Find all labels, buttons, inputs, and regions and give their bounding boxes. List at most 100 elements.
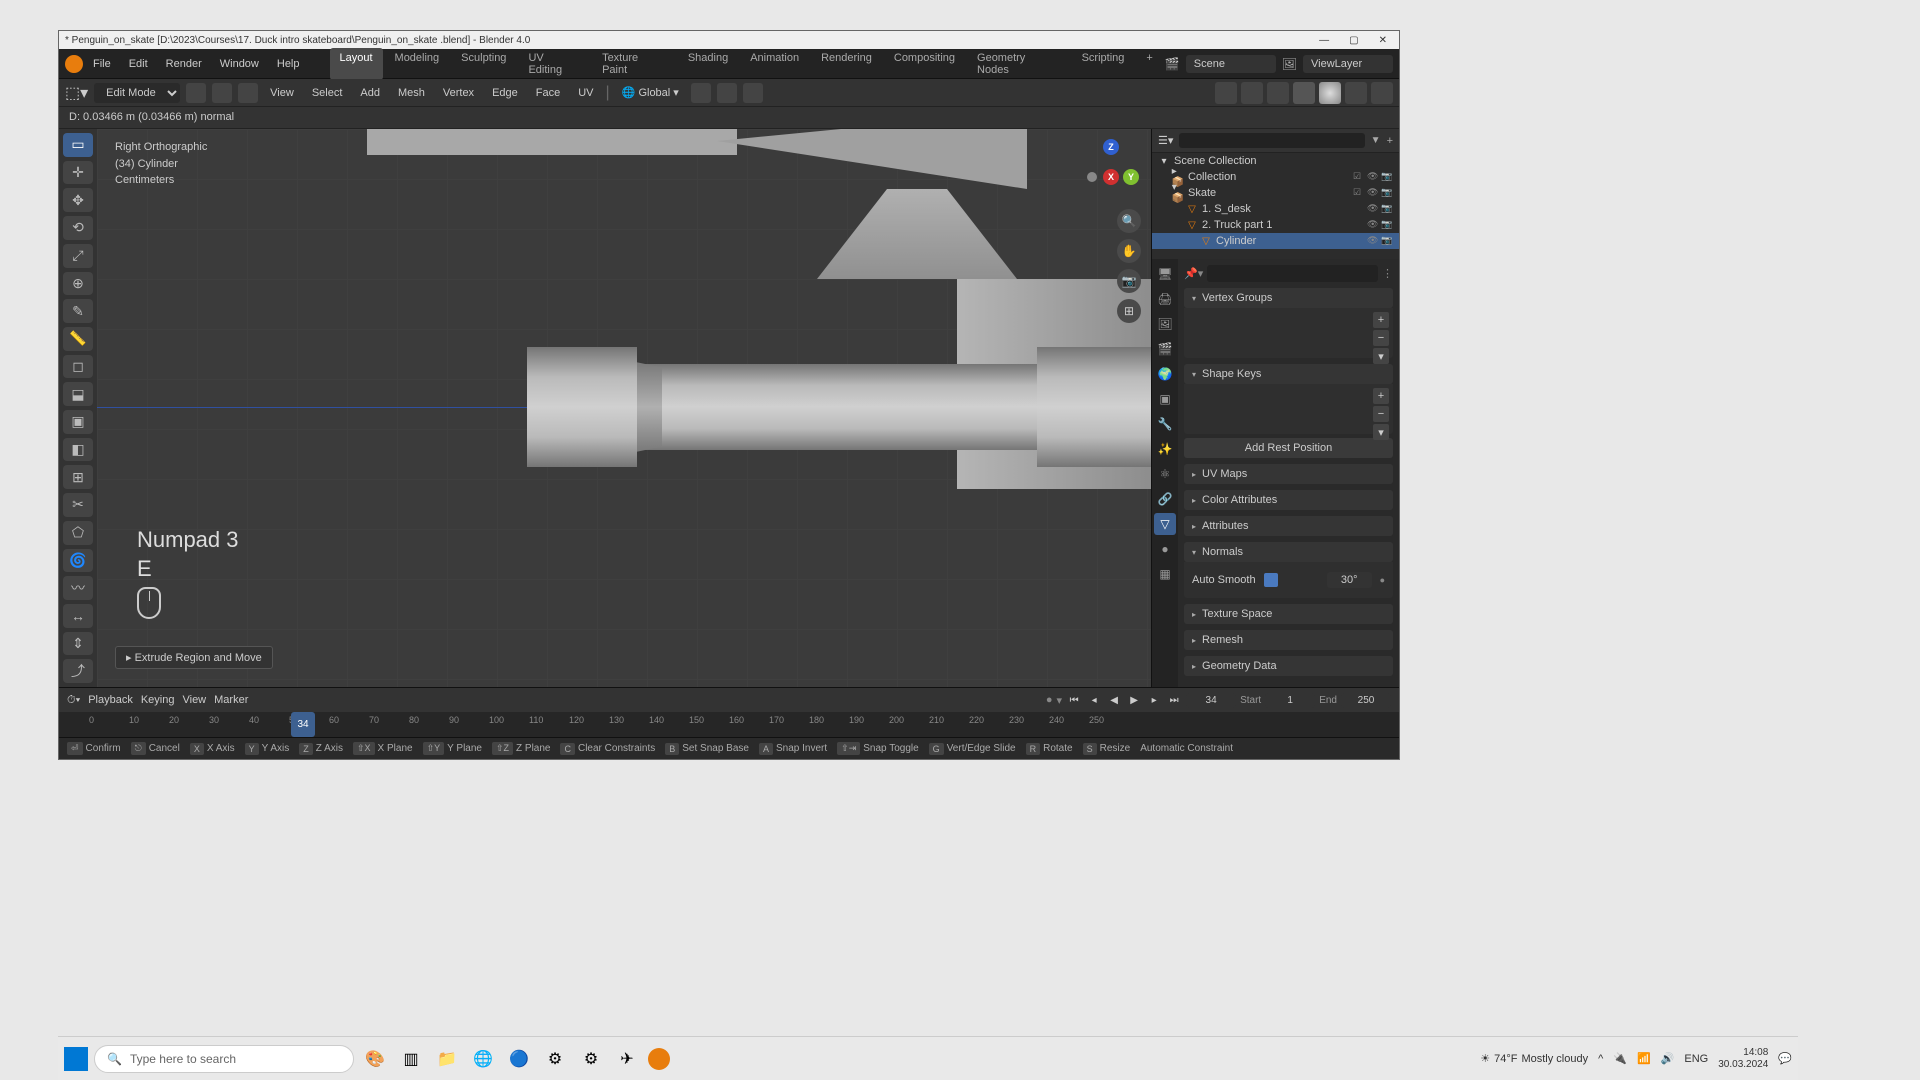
keyframe-prev-button[interactable]: ◂ (1086, 692, 1102, 708)
render-icon[interactable]: 📷 (1381, 203, 1393, 215)
pin-icon[interactable]: 📌▾ (1184, 267, 1203, 280)
taskbar-clock[interactable]: 14:08 30.03.2024 (1718, 1047, 1768, 1071)
tray-power-icon[interactable]: 🔌 (1613, 1052, 1627, 1065)
menu-window[interactable]: Window (212, 54, 267, 74)
tab-uv-editing[interactable]: UV Editing (518, 48, 590, 80)
material-properties-tab[interactable]: ● (1154, 538, 1176, 560)
maximize-button[interactable]: ▢ (1343, 35, 1364, 46)
transform-tool[interactable]: ⊕ (63, 272, 93, 296)
scale-tool[interactable]: ⤢ (63, 244, 93, 268)
taskbar-search[interactable]: 🔍 Type here to search (94, 1045, 354, 1073)
physics-properties-tab[interactable]: ⚛ (1154, 463, 1176, 485)
gizmo-y-axis[interactable]: Y (1123, 169, 1139, 185)
poly-build-tool[interactable]: ⬠ (63, 521, 93, 545)
chrome-browser-icon[interactable]: 🔵 (504, 1044, 534, 1074)
add-shape-key-button[interactable]: + (1373, 388, 1389, 404)
modifier-properties-tab[interactable]: 🔧 (1154, 413, 1176, 435)
tab-texture-paint[interactable]: Texture Paint (592, 48, 676, 80)
tray-volume-icon[interactable]: 🔊 (1661, 1052, 1675, 1065)
inset-faces-tool[interactable]: ▣ (63, 410, 93, 434)
keyframe-next-button[interactable]: ▸ (1146, 692, 1162, 708)
start-button[interactable] (64, 1047, 88, 1071)
remove-vertex-group-button[interactable]: − (1373, 330, 1389, 346)
remove-shape-key-button[interactable]: − (1373, 406, 1389, 422)
shape-keys-header[interactable]: Shape Keys (1184, 364, 1393, 384)
nav-gizmo[interactable]: Z X Y (1081, 139, 1141, 199)
bevel-tool[interactable]: ◧ (63, 438, 93, 462)
tab-rendering[interactable]: Rendering (811, 48, 882, 80)
jump-start-button[interactable]: ⏮ (1066, 692, 1082, 708)
measure-tool[interactable]: 📏 (63, 327, 93, 351)
add-rest-position-button[interactable]: Add Rest Position (1184, 438, 1393, 458)
blender-taskbar-icon[interactable] (648, 1048, 670, 1070)
tray-lang[interactable]: ENG (1684, 1053, 1708, 1065)
proportional-edit-toggle[interactable] (743, 83, 763, 103)
add-cube-tool[interactable]: ◻ (63, 355, 93, 379)
exclude-icon[interactable]: ☑ (1353, 187, 1365, 199)
3d-viewport[interactable]: Right Orthographic (34) Cylinder Centime… (97, 129, 1151, 687)
viewlayer-name-input[interactable] (1303, 55, 1393, 73)
menu-edit[interactable]: Edit (121, 54, 156, 74)
header-edge[interactable]: Edge (486, 85, 524, 101)
face-select-mode[interactable] (238, 83, 258, 103)
render-icon[interactable]: 📷 (1381, 219, 1393, 231)
zoom-icon[interactable]: 🔍 (1117, 209, 1141, 233)
mesh-properties-tab[interactable]: ▽ (1154, 513, 1176, 535)
tab-modeling[interactable]: Modeling (385, 48, 450, 80)
timeline-keying[interactable]: Keying (141, 694, 175, 706)
visibility-icon[interactable]: 👁 (1367, 171, 1379, 183)
header-add[interactable]: Add (354, 85, 386, 101)
output-properties-tab[interactable]: 🖨 (1154, 288, 1176, 310)
gizmo-z-axis[interactable]: Z (1103, 139, 1119, 155)
properties-search-input[interactable] (1207, 265, 1378, 282)
last-operator-panel[interactable]: ▸ Extrude Region and Move (115, 646, 273, 669)
remesh-header[interactable]: Remesh (1184, 630, 1393, 650)
overlays-toggle[interactable] (1241, 82, 1263, 104)
tab-sculpting[interactable]: Sculpting (451, 48, 516, 80)
outliner-scene-collection[interactable]: ▾ Scene Collection (1152, 153, 1399, 169)
move-tool[interactable]: ✥ (63, 188, 93, 212)
extrude-region-tool[interactable]: ⬓ (63, 382, 93, 406)
particle-properties-tab[interactable]: ✨ (1154, 438, 1176, 460)
close-button[interactable]: ✕ (1373, 35, 1393, 46)
gizmo-neg-axis[interactable] (1087, 172, 1097, 182)
auto-smooth-checkbox[interactable] (1264, 573, 1278, 587)
viewlayer-properties-tab[interactable]: 🖼 (1154, 313, 1176, 335)
annotate-tool[interactable]: ✎ (63, 299, 93, 323)
wireframe-shading[interactable] (1293, 82, 1315, 104)
header-mesh[interactable]: Mesh (392, 85, 431, 101)
tab-add-workspace[interactable]: + (1136, 48, 1162, 80)
scene-name-input[interactable] (1186, 55, 1276, 73)
render-icon[interactable]: 📷 (1381, 235, 1393, 247)
tab-animation[interactable]: Animation (740, 48, 809, 80)
shrink-fatten-tool[interactable]: ⇕ (63, 632, 93, 656)
outliner-type-icon[interactable]: ☰▾ (1158, 134, 1173, 147)
tab-compositing[interactable]: Compositing (884, 48, 965, 80)
attributes-header[interactable]: Attributes (1184, 516, 1393, 536)
notifications-icon[interactable]: 💬 (1778, 1052, 1792, 1065)
auto-smooth-angle[interactable]: 30° (1327, 572, 1372, 588)
exclude-icon[interactable]: ☑ (1353, 171, 1365, 183)
edge-select-mode[interactable] (212, 83, 232, 103)
knife-tool[interactable]: ✂ (63, 493, 93, 517)
vertex-group-menu[interactable]: ▾ (1373, 348, 1389, 364)
play-reverse-button[interactable]: ◀ (1106, 692, 1122, 708)
current-frame-input[interactable] (1186, 693, 1236, 708)
timeline-view[interactable]: View (182, 694, 206, 706)
menu-help[interactable]: Help (269, 54, 308, 74)
visibility-icon[interactable]: 👁 (1367, 235, 1379, 247)
normals-header[interactable]: Normals (1184, 542, 1393, 562)
cursor-tool[interactable]: ✛ (63, 161, 93, 185)
material-shading[interactable] (1345, 82, 1367, 104)
snap-toggle[interactable] (717, 83, 737, 103)
texture-space-header[interactable]: Texture Space (1184, 604, 1393, 624)
weather-widget[interactable]: ☀ 74°F Mostly cloudy (1480, 1052, 1588, 1065)
header-uv[interactable]: UV (572, 85, 599, 101)
render-icon[interactable]: 📷 (1381, 171, 1393, 183)
timeline-type-icon[interactable]: ⏱▾ (67, 694, 80, 707)
end-frame-input[interactable] (1341, 693, 1391, 708)
filter-icon[interactable]: ▼ (1371, 135, 1381, 146)
scene-properties-tab[interactable]: 🎬 (1154, 338, 1176, 360)
mode-select[interactable]: Edit Mode (94, 83, 180, 103)
select-box-tool[interactable]: ▭ (63, 133, 93, 157)
